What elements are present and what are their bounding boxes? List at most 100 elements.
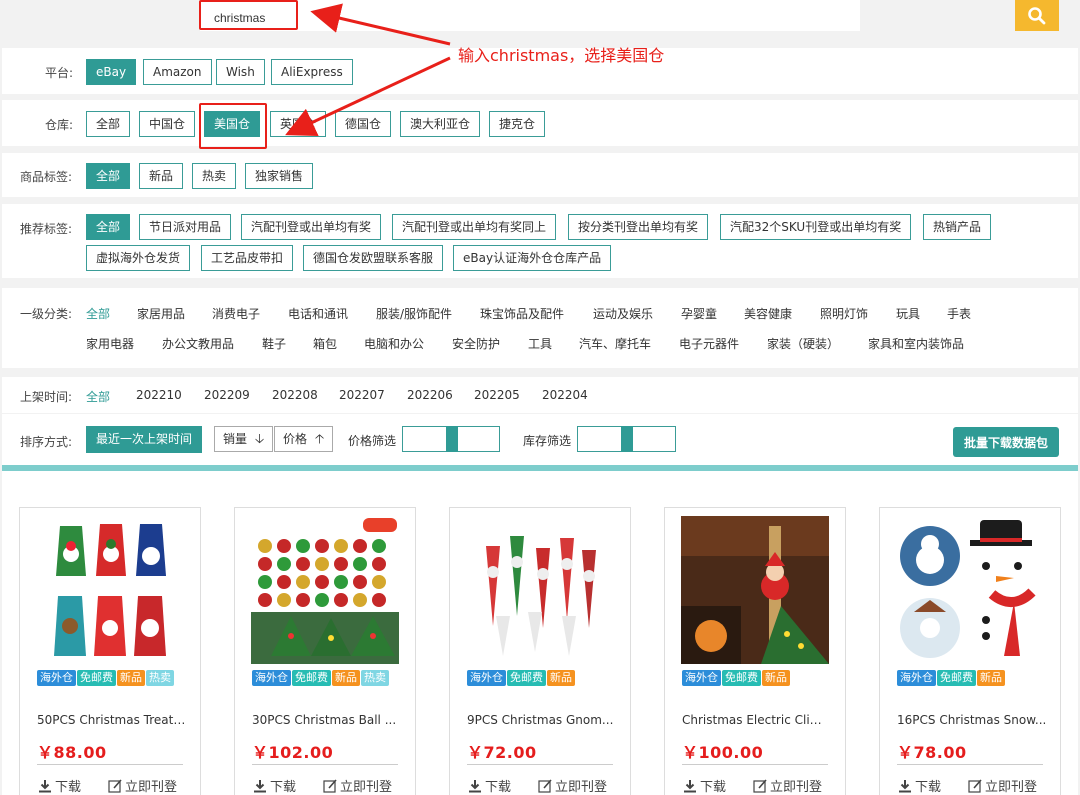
recommend-tag-de-eu[interactable]: 德国仓发欧盟联系客服 bbox=[303, 245, 444, 271]
product-title[interactable]: Christmas Electric Clim... bbox=[682, 713, 832, 727]
search-bar bbox=[200, 0, 1059, 31]
price-filter-range[interactable] bbox=[402, 426, 500, 452]
download-label: 下载 bbox=[485, 780, 512, 795]
listing-time-202208[interactable]: 202208 bbox=[272, 388, 318, 402]
category-row: 一级分类: 全部 家居用品 消费电子 电话和通讯 服装/服饰配件 珠宝饰品及配件… bbox=[2, 288, 1078, 368]
platform-ebay[interactable]: eBay bbox=[86, 59, 137, 85]
product-title[interactable]: 9PCS Christmas Gnom... bbox=[467, 713, 617, 727]
product-card[interactable]: 海外仓 免邮费 新品 9PCS Christmas Gnom... ￥72.00 下… bbox=[449, 507, 631, 795]
listing-time-202207[interactable]: 202207 bbox=[339, 388, 385, 402]
edit-icon bbox=[538, 778, 552, 793]
category-lighting[interactable]: 照明灯饰 bbox=[820, 305, 868, 322]
listing-time-202206[interactable]: 202206 bbox=[407, 388, 453, 402]
category-appliances[interactable]: 家用电器 bbox=[86, 335, 134, 352]
publish-button[interactable]: 立即刊登 bbox=[968, 776, 1037, 795]
product-card[interactable]: 海外仓 免邮费 新品 热卖 30PCS Christmas Ball ... ￥102… bbox=[234, 507, 416, 795]
download-icon bbox=[39, 779, 51, 792]
sort-price-button[interactable]: 价格 🡡 bbox=[274, 426, 334, 452]
platform-aliexpress[interactable]: AliExpress bbox=[271, 59, 353, 85]
listing-time-202205[interactable]: 202205 bbox=[474, 388, 520, 402]
publish-button[interactable]: 立即刊登 bbox=[753, 776, 822, 795]
category-furniture[interactable]: 家具和室内装饰品 bbox=[868, 335, 964, 352]
product-tag-exclusive[interactable]: 独家销售 bbox=[245, 163, 314, 189]
category-beauty[interactable]: 美容健康 bbox=[744, 305, 792, 322]
publish-label: 立即刊登 bbox=[555, 780, 608, 795]
category-apparel[interactable]: 服装/服饰配件 bbox=[376, 305, 452, 322]
category-tools[interactable]: 工具 bbox=[528, 335, 552, 352]
product-card[interactable]: 海外仓 免邮费 新品 16PCS Christmas Snow... ￥78.00 … bbox=[879, 507, 1061, 795]
download-button[interactable]: 下载 bbox=[683, 776, 726, 795]
category-hardware[interactable]: 家装（硬装） bbox=[767, 335, 839, 352]
platform-amazon[interactable]: Amazon bbox=[143, 59, 212, 85]
download-button[interactable]: 下载 bbox=[38, 776, 81, 795]
warehouse-label: 仓库: bbox=[45, 118, 74, 132]
publish-button[interactable]: 立即刊登 bbox=[323, 776, 392, 795]
category-all[interactable]: 全部 bbox=[86, 305, 110, 322]
sort-latest-button[interactable]: 最近一次上架时间 bbox=[86, 426, 203, 453]
product-card[interactable]: 海外仓 免邮费 新品 热卖 50PCS Christmas Treat ... ￥88… bbox=[19, 507, 201, 795]
category-shoes[interactable]: 鞋子 bbox=[262, 335, 286, 352]
download-button[interactable]: 下载 bbox=[898, 776, 941, 795]
download-button[interactable]: 下载 bbox=[468, 776, 511, 795]
recommend-tag-ebay-certified[interactable]: eBay认证海外仓仓库产品 bbox=[453, 245, 612, 271]
recommend-tag-category-reward[interactable]: 按分类刊登出单均有奖 bbox=[568, 214, 709, 240]
warehouse-uk[interactable]: 英国仓 bbox=[270, 111, 327, 137]
product-tag-hot[interactable]: 热卖 bbox=[192, 163, 237, 189]
recommend-tag-party[interactable]: 节日派对用品 bbox=[139, 214, 232, 240]
category-computer[interactable]: 电脑和办公 bbox=[364, 335, 424, 352]
download-button[interactable]: 下载 bbox=[253, 776, 296, 795]
product-tag-all[interactable]: 全部 bbox=[86, 163, 131, 189]
warehouse-czech[interactable]: 捷克仓 bbox=[489, 111, 546, 137]
download-icon bbox=[684, 779, 696, 792]
edit-icon bbox=[323, 778, 337, 793]
category-office[interactable]: 办公文教用品 bbox=[162, 335, 234, 352]
recommend-tag-virtual-warehouse[interactable]: 虚拟海外仓发货 bbox=[86, 245, 191, 271]
publish-button[interactable]: 立即刊登 bbox=[108, 776, 177, 795]
category-bags[interactable]: 箱包 bbox=[313, 335, 337, 352]
warehouse-china[interactable]: 中国仓 bbox=[139, 111, 196, 137]
product-title[interactable]: 50PCS Christmas Treat ... bbox=[37, 713, 187, 727]
warehouse-all[interactable]: 全部 bbox=[86, 111, 131, 137]
recommend-tag-belt-buckle[interactable]: 工艺品皮带扣 bbox=[201, 245, 294, 271]
listing-time-202210[interactable]: 202210 bbox=[136, 388, 182, 402]
category-electronics[interactable]: 消费电子 bbox=[212, 305, 260, 322]
warehouse-germany[interactable]: 德国仓 bbox=[335, 111, 392, 137]
arrow-down-icon: 🡣 bbox=[254, 432, 265, 447]
batch-download-button[interactable]: 批量下载数据包 bbox=[953, 427, 1059, 457]
category-security[interactable]: 安全防护 bbox=[452, 335, 500, 352]
category-baby[interactable]: 孕婴童 bbox=[681, 305, 717, 322]
category-auto[interactable]: 汽车、摩托车 bbox=[579, 335, 651, 352]
annotation-search-highlight bbox=[199, 0, 298, 30]
category-sports[interactable]: 运动及娱乐 bbox=[593, 305, 653, 322]
recommend-tag-hot-sale[interactable]: 热销产品 bbox=[923, 214, 992, 240]
warehouse-australia[interactable]: 澳大利亚仓 bbox=[400, 111, 481, 137]
recommend-tag-all[interactable]: 全部 bbox=[86, 214, 131, 240]
price-filter-label: 价格筛选 bbox=[348, 434, 397, 448]
category-components[interactable]: 电子元器件 bbox=[679, 335, 739, 352]
platform-wish[interactable]: Wish bbox=[216, 59, 265, 85]
recommend-tag-auto-reward[interactable]: 汽配刊登或出单均有奖 bbox=[241, 214, 382, 240]
sort-row: 排序方式: 最近一次上架时间 销量 🡣 价格 🡡 价格筛选 库存筛选 bbox=[2, 414, 1078, 465]
product-title[interactable]: 30PCS Christmas Ball ... bbox=[252, 713, 402, 727]
recommend-tag-auto-32sku[interactable]: 汽配32个SKU刊登或出单均有奖 bbox=[720, 214, 912, 240]
listing-time-202204[interactable]: 202204 bbox=[542, 388, 588, 402]
category-watches[interactable]: 手表 bbox=[947, 305, 971, 322]
category-jewelry[interactable]: 珠宝饰品及配件 bbox=[480, 305, 564, 322]
stock-filter-range[interactable] bbox=[577, 426, 676, 452]
product-title[interactable]: 16PCS Christmas Snow... bbox=[897, 713, 1047, 727]
listing-time-all[interactable]: 全部 bbox=[86, 388, 110, 405]
search-button[interactable] bbox=[1015, 0, 1059, 31]
publish-button[interactable]: 立即刊登 bbox=[538, 776, 607, 795]
product-tag-new[interactable]: 新品 bbox=[139, 163, 184, 189]
product-price: ￥88.00 bbox=[37, 743, 107, 762]
recommend-tag-auto-reward-same[interactable]: 汽配刊登或出单均有奖同上 bbox=[392, 214, 557, 240]
category-toys[interactable]: 玩具 bbox=[896, 305, 920, 322]
category-phone[interactable]: 电话和通讯 bbox=[288, 305, 348, 322]
product-card[interactable]: 海外仓 免邮费 新品 Christmas Electric Clim... ￥100… bbox=[664, 507, 846, 795]
download-label: 下载 bbox=[270, 780, 297, 795]
sort-sales-button[interactable]: 销量 🡣 bbox=[214, 426, 274, 452]
listing-time-202209[interactable]: 202209 bbox=[204, 388, 250, 402]
category-home[interactable]: 家居用品 bbox=[137, 305, 185, 322]
card-divider bbox=[252, 764, 398, 765]
product-badges: 海外仓 免邮费 新品 bbox=[467, 670, 617, 690]
